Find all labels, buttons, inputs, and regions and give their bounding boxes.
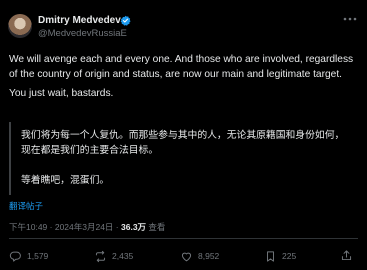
verified-badge-icon [120, 15, 131, 26]
views-count: 36.3万 [121, 222, 147, 232]
reply-count: 1,579 [27, 251, 49, 261]
divider [9, 238, 358, 239]
meta-separator: · [47, 222, 55, 232]
more-icon[interactable] [343, 16, 357, 22]
bookmark-count: 225 [282, 251, 297, 261]
like-button[interactable]: 8,952 [180, 249, 219, 263]
translation-block: 我们将为每一个人复仇。而那些参与其中的人，无论其原籍国和身份如何，现在都是我们的… [9, 122, 358, 195]
bookmark-icon [267, 250, 274, 262]
post-text: We will avenge each and every one. And t… [9, 52, 359, 102]
translation-paragraph: 等着瞧吧，混蛋们。 [21, 175, 110, 186]
avatar[interactable] [8, 14, 32, 38]
like-count: 8,952 [198, 251, 220, 261]
post-paragraph: You just wait, bastards. [9, 88, 114, 100]
author-name[interactable]: Dmitry Medvedev [38, 15, 121, 26]
reply-button[interactable]: 1,579 [9, 249, 48, 263]
views-label: 查看 [146, 222, 166, 232]
like-icon [181, 252, 192, 261]
post-meta: 下午10:49 · 2024年3月24日 · 36.3万 查看 [9, 221, 165, 233]
share-icon[interactable] [340, 249, 353, 262]
translate-post-link[interactable]: 翻译帖子 [9, 200, 43, 212]
meta-separator: · [113, 222, 121, 232]
post-date[interactable]: 2024年3月24日 [55, 222, 114, 232]
post-time[interactable]: 下午10:49 [9, 222, 47, 232]
translation-paragraph: 我们将为每一个人复仇。而那些参与其中的人，无论其原籍国和身份如何，现在都是我们的… [21, 130, 345, 156]
author-handle[interactable]: @MedvedevRussiaE [38, 28, 127, 39]
post-paragraph: We will avenge each and every one. And t… [9, 54, 354, 81]
reply-icon [9, 251, 21, 262]
post: Dmitry Medvedev @MedvedevRussiaE We will… [0, 0, 367, 270]
repost-icon [95, 250, 106, 262]
repost-count: 2,435 [112, 251, 134, 261]
bookmark-button[interactable]: 225 [264, 249, 296, 263]
repost-button[interactable]: 2,435 [94, 249, 133, 263]
